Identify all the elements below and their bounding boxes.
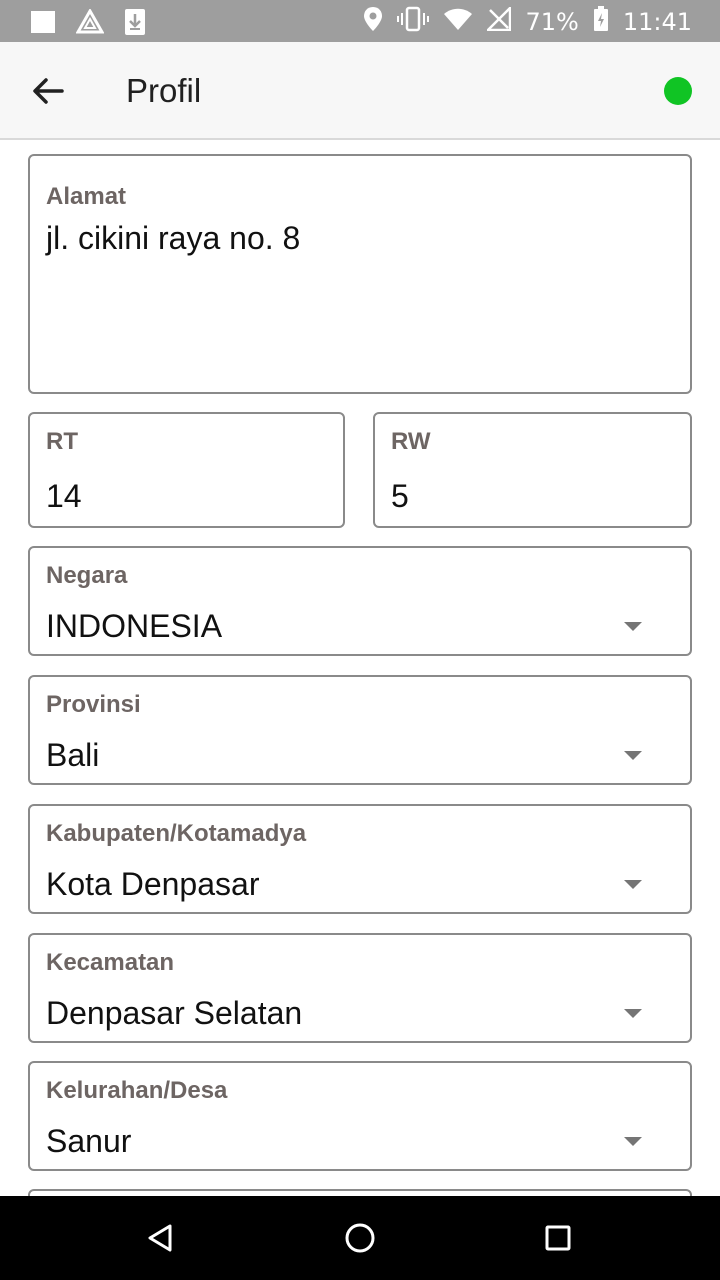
kecamatan-select[interactable]: Kecamatan Denpasar Selatan	[28, 933, 692, 1043]
provinsi-value: Bali	[46, 737, 100, 773]
drive-icon	[75, 7, 105, 40]
wifi-icon	[443, 7, 473, 37]
provinsi-select[interactable]: Provinsi Bali	[28, 675, 692, 785]
rw-value: 5	[391, 478, 409, 514]
provinsi-label: Provinsi	[46, 691, 141, 718]
nav-recents-button[interactable]	[536, 1216, 580, 1260]
gallery-icon	[30, 10, 56, 39]
system-status: 71% 11:41	[363, 4, 692, 38]
alamat-value: jl. cikini raya no. 8	[46, 220, 301, 256]
arrow-left-icon	[33, 78, 64, 104]
dropdown-arrow-icon	[624, 751, 642, 760]
rw-field[interactable]: RW 5	[373, 412, 692, 528]
no-signal-icon	[485, 4, 512, 37]
location-icon	[363, 6, 383, 38]
dropdown-arrow-icon	[624, 1137, 642, 1146]
dropdown-arrow-icon	[624, 1009, 642, 1018]
status-bar: 71% 11:41	[0, 0, 720, 42]
kelurahan-select[interactable]: Kelurahan/Desa Sanur	[28, 1061, 692, 1171]
negara-select[interactable]: Negara INDONESIA	[28, 546, 692, 656]
rt-value: 14	[46, 478, 82, 514]
kabupaten-select[interactable]: Kabupaten/Kotamadya Kota Denpasar	[28, 804, 692, 914]
kecamatan-value: Denpasar Selatan	[46, 995, 303, 1031]
nav-home-button[interactable]	[338, 1216, 382, 1260]
online-status-dot	[664, 77, 692, 105]
vibrate-icon	[397, 6, 430, 38]
app-bar: Profil	[0, 42, 720, 140]
rt-field[interactable]: RT 14	[28, 412, 345, 528]
rt-label: RT	[46, 428, 78, 455]
kabupaten-label: Kabupaten/Kotamadya	[46, 820, 307, 847]
kelurahan-value: Sanur	[46, 1123, 132, 1159]
kabupaten-value: Kota Denpasar	[46, 866, 260, 902]
rw-label: RW	[391, 428, 431, 455]
negara-value: INDONESIA	[46, 608, 223, 644]
navigation-bar	[0, 1196, 720, 1280]
home-circle-icon	[345, 1223, 375, 1253]
nav-back-button[interactable]	[138, 1216, 182, 1260]
kelurahan-label: Kelurahan/Desa	[46, 1077, 228, 1104]
next-field-partial[interactable]	[28, 1189, 692, 1196]
dropdown-arrow-icon	[624, 622, 642, 631]
back-triangle-icon	[148, 1224, 172, 1252]
battery-icon	[593, 6, 609, 38]
dropdown-arrow-icon	[624, 880, 642, 889]
clock: 11:41	[622, 8, 692, 36]
profile-form: Alamat jl. cikini raya no. 8 RT 14 RW 5 …	[0, 142, 720, 1196]
battery-percent: 71%	[525, 8, 579, 36]
alamat-label: Alamat	[46, 183, 127, 210]
page-title: Profil	[126, 72, 202, 109]
notification-icons	[30, 7, 146, 41]
download-icon	[124, 8, 146, 41]
negara-label: Negara	[46, 562, 128, 589]
alamat-field[interactable]: Alamat jl. cikini raya no. 8	[28, 154, 692, 394]
kecamatan-label: Kecamatan	[46, 949, 175, 976]
back-button[interactable]	[24, 67, 72, 115]
recents-square-icon	[545, 1225, 571, 1251]
